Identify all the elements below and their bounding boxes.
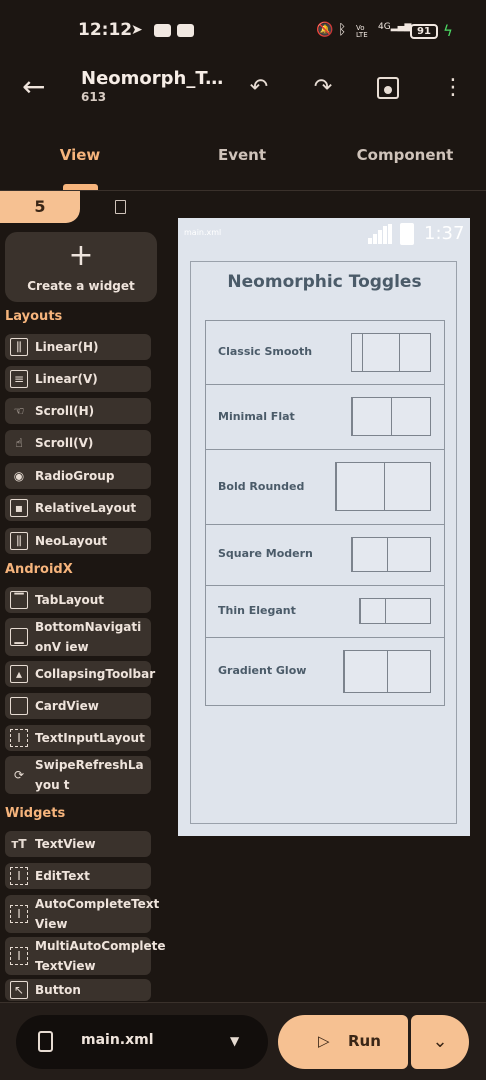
charging-icon: ϟ bbox=[443, 22, 453, 40]
radiogroup-icon: ◉ bbox=[13, 469, 25, 483]
toggle-knob bbox=[362, 334, 400, 371]
relativelayout-icon: ▪ bbox=[10, 499, 28, 517]
toggle-knob bbox=[344, 651, 388, 692]
widgets-tab-icon: 5 bbox=[34, 197, 46, 216]
tab-component[interactable]: Component bbox=[355, 146, 455, 168]
tablayout-icon: ▔ bbox=[10, 591, 28, 609]
toggle-row-classic-smooth[interactable]: Classic Smooth bbox=[206, 321, 444, 385]
widget-item-bottomnavigationview[interactable]: ▁ BottomNavigationV iew bbox=[5, 618, 151, 656]
create-widget-label: Create a widget bbox=[27, 279, 135, 293]
plus-icon: + bbox=[68, 238, 94, 273]
preview-heading: Neomorphic Toggles bbox=[227, 272, 422, 292]
linear-h-icon: ⫼ bbox=[10, 338, 28, 356]
widget-item-cardview[interactable]: CardView bbox=[5, 693, 151, 719]
mute-icon: 🔕 bbox=[316, 22, 334, 38]
cardview-icon bbox=[10, 697, 28, 715]
file-selector-label: main.xml bbox=[81, 1032, 154, 1048]
bottomnavigation-icon: ▁ bbox=[10, 628, 28, 646]
widget-item-tablayout[interactable]: ▔ TabLayout bbox=[5, 587, 151, 613]
run-button-label: Run bbox=[348, 1032, 381, 1050]
toggle-knob bbox=[336, 463, 385, 510]
preview-signal-icon bbox=[368, 224, 392, 244]
toggle-switch[interactable] bbox=[343, 650, 431, 693]
widget-item-relativelayout[interactable]: ▪ RelativeLayout bbox=[5, 495, 151, 521]
preview-container[interactable]: Neomorphic Toggles Classic Smooth Minima… bbox=[190, 261, 457, 824]
layout-preview[interactable]: main.xml 1:37 Neomorphic Toggles Classic… bbox=[178, 218, 470, 836]
toggle-switch[interactable] bbox=[351, 333, 431, 372]
notification-app-icon bbox=[177, 24, 194, 37]
textinputlayout-icon: I bbox=[10, 729, 28, 747]
widget-item-collapsingtoolbar[interactable]: ▴ CollapsingToolbar bbox=[5, 661, 155, 687]
undo-icon[interactable]: ↶ bbox=[243, 72, 275, 104]
network-signal-icon: 4G▂▄▆ bbox=[378, 22, 412, 32]
youtube-icon bbox=[154, 24, 171, 37]
run-button[interactable] bbox=[278, 1015, 408, 1069]
preview-file-label: main.xml bbox=[184, 228, 222, 237]
widget-item-scroll-h[interactable]: ☜ Scroll(H) bbox=[5, 398, 151, 424]
bluetooth-icon: ᛒ bbox=[338, 22, 347, 38]
toggle-switch[interactable] bbox=[351, 397, 431, 436]
widget-item-edittext[interactable]: I EditText bbox=[5, 863, 151, 889]
play-icon: ▷ bbox=[318, 1032, 330, 1050]
toggle-switch[interactable] bbox=[351, 537, 431, 572]
toggle-row-gradient-glow[interactable]: Gradient Glow bbox=[206, 638, 444, 705]
project-title: Neomorph_Tog... bbox=[81, 68, 231, 89]
widget-item-radiogroup[interactable]: ◉ RadioGroup bbox=[5, 463, 151, 489]
tab-event[interactable]: Event bbox=[200, 146, 284, 168]
textview-icon: тT bbox=[11, 837, 27, 851]
widget-item-textview[interactable]: тT TextView bbox=[5, 831, 151, 857]
phone-icon bbox=[38, 1031, 53, 1052]
section-layouts: Layouts bbox=[5, 309, 63, 324]
multiautocomplete-icon: I bbox=[10, 947, 28, 965]
section-widgets: Widgets bbox=[5, 806, 66, 821]
toggle-list: Classic Smooth Minimal Flat Bold Rounded… bbox=[205, 320, 445, 706]
preview-battery-icon bbox=[400, 223, 414, 245]
scroll-v-icon: ☝ bbox=[15, 436, 23, 450]
linear-v-icon: ≡ bbox=[10, 370, 28, 388]
button-icon: ↖ bbox=[10, 981, 28, 999]
widget-item-swiperefreshlayout[interactable]: ⟳ SwipeRefreshLayou t bbox=[5, 756, 151, 794]
toggle-switch[interactable] bbox=[359, 598, 431, 624]
scroll-h-icon: ☜ bbox=[13, 404, 25, 418]
create-widget-button[interactable]: + Create a widget bbox=[5, 232, 157, 302]
collapsingtoolbar-icon: ▴ bbox=[10, 665, 28, 683]
tab-view[interactable]: View bbox=[40, 146, 120, 168]
volte-icon: Vo LTE bbox=[356, 24, 368, 39]
bookmark-icon[interactable] bbox=[111, 198, 131, 218]
dropdown-caret-icon: ▼ bbox=[230, 1034, 240, 1048]
widget-item-scroll-v[interactable]: ☝ Scroll(V) bbox=[5, 430, 151, 456]
run-options-chevron-icon[interactable]: ⌄ bbox=[411, 1015, 469, 1069]
widget-item-button[interactable]: ↖ Button bbox=[5, 979, 151, 1001]
section-androidx: AndroidX bbox=[5, 562, 73, 577]
battery-icon: 91 bbox=[410, 24, 438, 39]
widget-item-linear-v[interactable]: ≡ Linear(V) bbox=[5, 366, 151, 392]
widget-item-linear-h[interactable]: ⫼ Linear(H) bbox=[5, 334, 151, 360]
more-vert-icon[interactable]: ⋮ bbox=[437, 72, 469, 104]
save-icon[interactable] bbox=[372, 72, 404, 104]
toggle-row-minimal-flat[interactable]: Minimal Flat bbox=[206, 385, 444, 450]
widget-item-autocompletetextview[interactable]: I AutoCompleteText View bbox=[5, 895, 159, 933]
status-time: 12:12 bbox=[78, 20, 133, 40]
widget-item-textinputlayout[interactable]: I TextInputLayout bbox=[5, 725, 151, 751]
toggle-switch[interactable] bbox=[335, 462, 431, 511]
back-arrow-icon[interactable]: ← bbox=[22, 72, 54, 104]
toggle-row-square-modern[interactable]: Square Modern bbox=[206, 525, 444, 586]
toggle-row-bold-rounded[interactable]: Bold Rounded bbox=[206, 450, 444, 525]
preview-clock: 1:37 bbox=[424, 223, 465, 244]
redo-icon[interactable]: ↷ bbox=[307, 72, 339, 104]
toggle-row-thin-elegant[interactable]: Thin Elegant bbox=[206, 586, 444, 638]
project-id: 613 bbox=[81, 90, 107, 104]
toggle-knob bbox=[352, 538, 388, 571]
autocomplete-icon: I bbox=[10, 905, 28, 923]
refresh-icon: ⟳ bbox=[13, 768, 25, 782]
widget-item-multiautocompletetextview[interactable]: I MultiAutoComplete TextView bbox=[5, 937, 166, 975]
widget-item-neolayout[interactable]: ⫼ NeoLayout bbox=[5, 528, 151, 554]
toggle-knob bbox=[360, 599, 386, 623]
edittext-icon: I bbox=[10, 867, 28, 885]
neolayout-icon: ⫼ bbox=[10, 532, 28, 550]
side-tab-widgets[interactable]: 5 bbox=[0, 191, 80, 223]
toggle-knob bbox=[352, 398, 392, 435]
telegram-icon: ➤ bbox=[131, 22, 143, 38]
